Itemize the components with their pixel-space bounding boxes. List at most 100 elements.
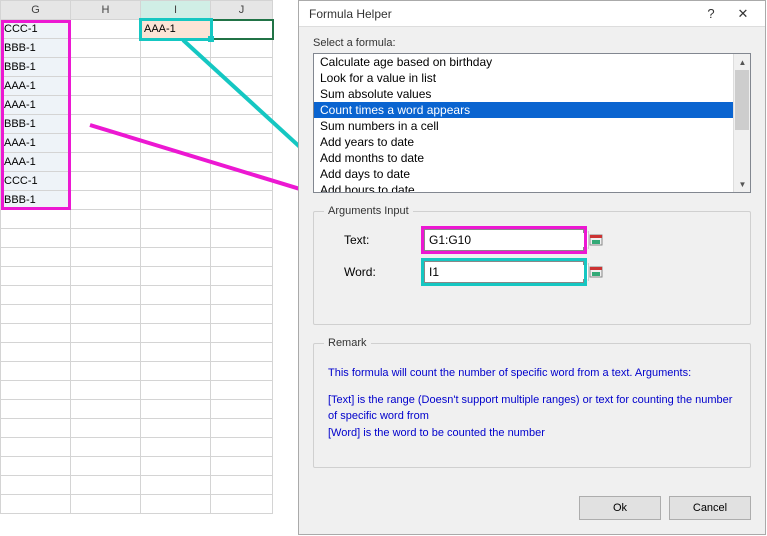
cell[interactable] xyxy=(211,172,273,191)
cell[interactable] xyxy=(211,153,273,172)
cell[interactable] xyxy=(71,362,141,381)
cell[interactable] xyxy=(71,267,141,286)
formula-item[interactable]: Calculate age based on birthday xyxy=(314,54,733,70)
cell[interactable] xyxy=(211,438,273,457)
ok-button[interactable]: Ok xyxy=(579,496,661,520)
cell[interactable] xyxy=(141,362,211,381)
range-select-icon[interactable] xyxy=(588,231,603,249)
cell[interactable] xyxy=(141,210,211,229)
cell[interactable] xyxy=(141,476,211,495)
cell[interactable] xyxy=(71,343,141,362)
cell[interactable] xyxy=(71,210,141,229)
formula-item[interactable]: Add hours to date xyxy=(314,182,733,192)
cell[interactable] xyxy=(71,495,141,514)
formula-item[interactable]: Add years to date xyxy=(314,134,733,150)
cell[interactable] xyxy=(211,495,273,514)
cell[interactable] xyxy=(211,400,273,419)
title-bar[interactable]: Formula Helper ? ✕ xyxy=(299,1,765,27)
cell[interactable] xyxy=(211,476,273,495)
cell[interactable] xyxy=(211,286,273,305)
cell[interactable]: AAA-1 xyxy=(1,77,71,96)
cell[interactable] xyxy=(1,381,71,400)
cell[interactable]: AAA-1 xyxy=(141,20,211,39)
cell[interactable] xyxy=(141,381,211,400)
cell[interactable] xyxy=(1,324,71,343)
cell[interactable] xyxy=(71,77,141,96)
cell[interactable] xyxy=(71,476,141,495)
cell[interactable] xyxy=(71,134,141,153)
cell[interactable] xyxy=(71,438,141,457)
col-header-h[interactable]: H xyxy=(71,1,141,20)
cell[interactable] xyxy=(71,96,141,115)
cell[interactable] xyxy=(71,400,141,419)
cell[interactable]: BBB-1 xyxy=(1,39,71,58)
cell[interactable] xyxy=(71,20,141,39)
cell[interactable] xyxy=(141,191,211,210)
cancel-button[interactable]: Cancel xyxy=(669,496,751,520)
scroll-up-icon[interactable]: ▲ xyxy=(734,54,751,70)
cell[interactable] xyxy=(141,305,211,324)
cell[interactable] xyxy=(1,495,71,514)
cell[interactable] xyxy=(141,438,211,457)
formula-item[interactable]: Add days to date xyxy=(314,166,733,182)
scrollbar[interactable]: ▲ ▼ xyxy=(733,54,750,192)
cell[interactable] xyxy=(211,248,273,267)
cell[interactable] xyxy=(141,229,211,248)
range-select-icon[interactable] xyxy=(588,263,603,281)
cell[interactable] xyxy=(141,39,211,58)
cell[interactable] xyxy=(141,172,211,191)
cell[interactable] xyxy=(71,419,141,438)
col-header-g[interactable]: G xyxy=(1,1,71,20)
cell[interactable] xyxy=(71,115,141,134)
cell[interactable] xyxy=(141,400,211,419)
cell[interactable] xyxy=(1,419,71,438)
cell[interactable] xyxy=(141,96,211,115)
cell[interactable]: AAA-1 xyxy=(1,134,71,153)
formula-list[interactable]: Calculate age based on birthdayLook for … xyxy=(313,53,751,193)
cell[interactable] xyxy=(1,286,71,305)
cell[interactable]: AAA-1 xyxy=(1,153,71,172)
cell[interactable] xyxy=(141,286,211,305)
cell[interactable] xyxy=(71,58,141,77)
cell[interactable] xyxy=(1,343,71,362)
cell[interactable] xyxy=(1,457,71,476)
cell[interactable] xyxy=(1,248,71,267)
cell[interactable]: CCC-1 xyxy=(1,20,71,39)
cell[interactable]: CCC-1 xyxy=(1,172,71,191)
cell[interactable] xyxy=(1,305,71,324)
cell[interactable] xyxy=(141,58,211,77)
cell[interactable] xyxy=(211,305,273,324)
scroll-thumb[interactable] xyxy=(735,70,749,130)
cell[interactable] xyxy=(1,476,71,495)
cell[interactable] xyxy=(141,267,211,286)
scroll-down-icon[interactable]: ▼ xyxy=(734,176,751,192)
cell[interactable] xyxy=(211,134,273,153)
cell[interactable] xyxy=(1,362,71,381)
cell[interactable] xyxy=(211,267,273,286)
cell[interactable]: BBB-1 xyxy=(1,58,71,77)
col-header-i[interactable]: I xyxy=(141,1,211,20)
col-header-j[interactable]: J xyxy=(211,1,273,20)
cell[interactable] xyxy=(211,343,273,362)
formula-item[interactable]: Look for a value in list xyxy=(314,70,733,86)
cell[interactable] xyxy=(71,39,141,58)
word-input[interactable] xyxy=(425,265,588,279)
cell[interactable] xyxy=(71,248,141,267)
cell[interactable] xyxy=(1,229,71,248)
cell[interactable] xyxy=(71,286,141,305)
help-button[interactable]: ? xyxy=(695,2,727,26)
cell[interactable] xyxy=(211,39,273,58)
cell[interactable] xyxy=(141,153,211,172)
close-button[interactable]: ✕ xyxy=(727,2,759,26)
cell[interactable] xyxy=(71,191,141,210)
cell[interactable] xyxy=(141,419,211,438)
cell[interactable] xyxy=(1,267,71,286)
cell[interactable] xyxy=(211,381,273,400)
formula-item[interactable]: Sum absolute values xyxy=(314,86,733,102)
cell[interactable] xyxy=(71,457,141,476)
formula-item[interactable]: Sum numbers in a cell xyxy=(314,118,733,134)
cell[interactable] xyxy=(141,495,211,514)
cell[interactable]: BBB-1 xyxy=(1,191,71,210)
cell[interactable] xyxy=(71,172,141,191)
cell[interactable] xyxy=(211,229,273,248)
